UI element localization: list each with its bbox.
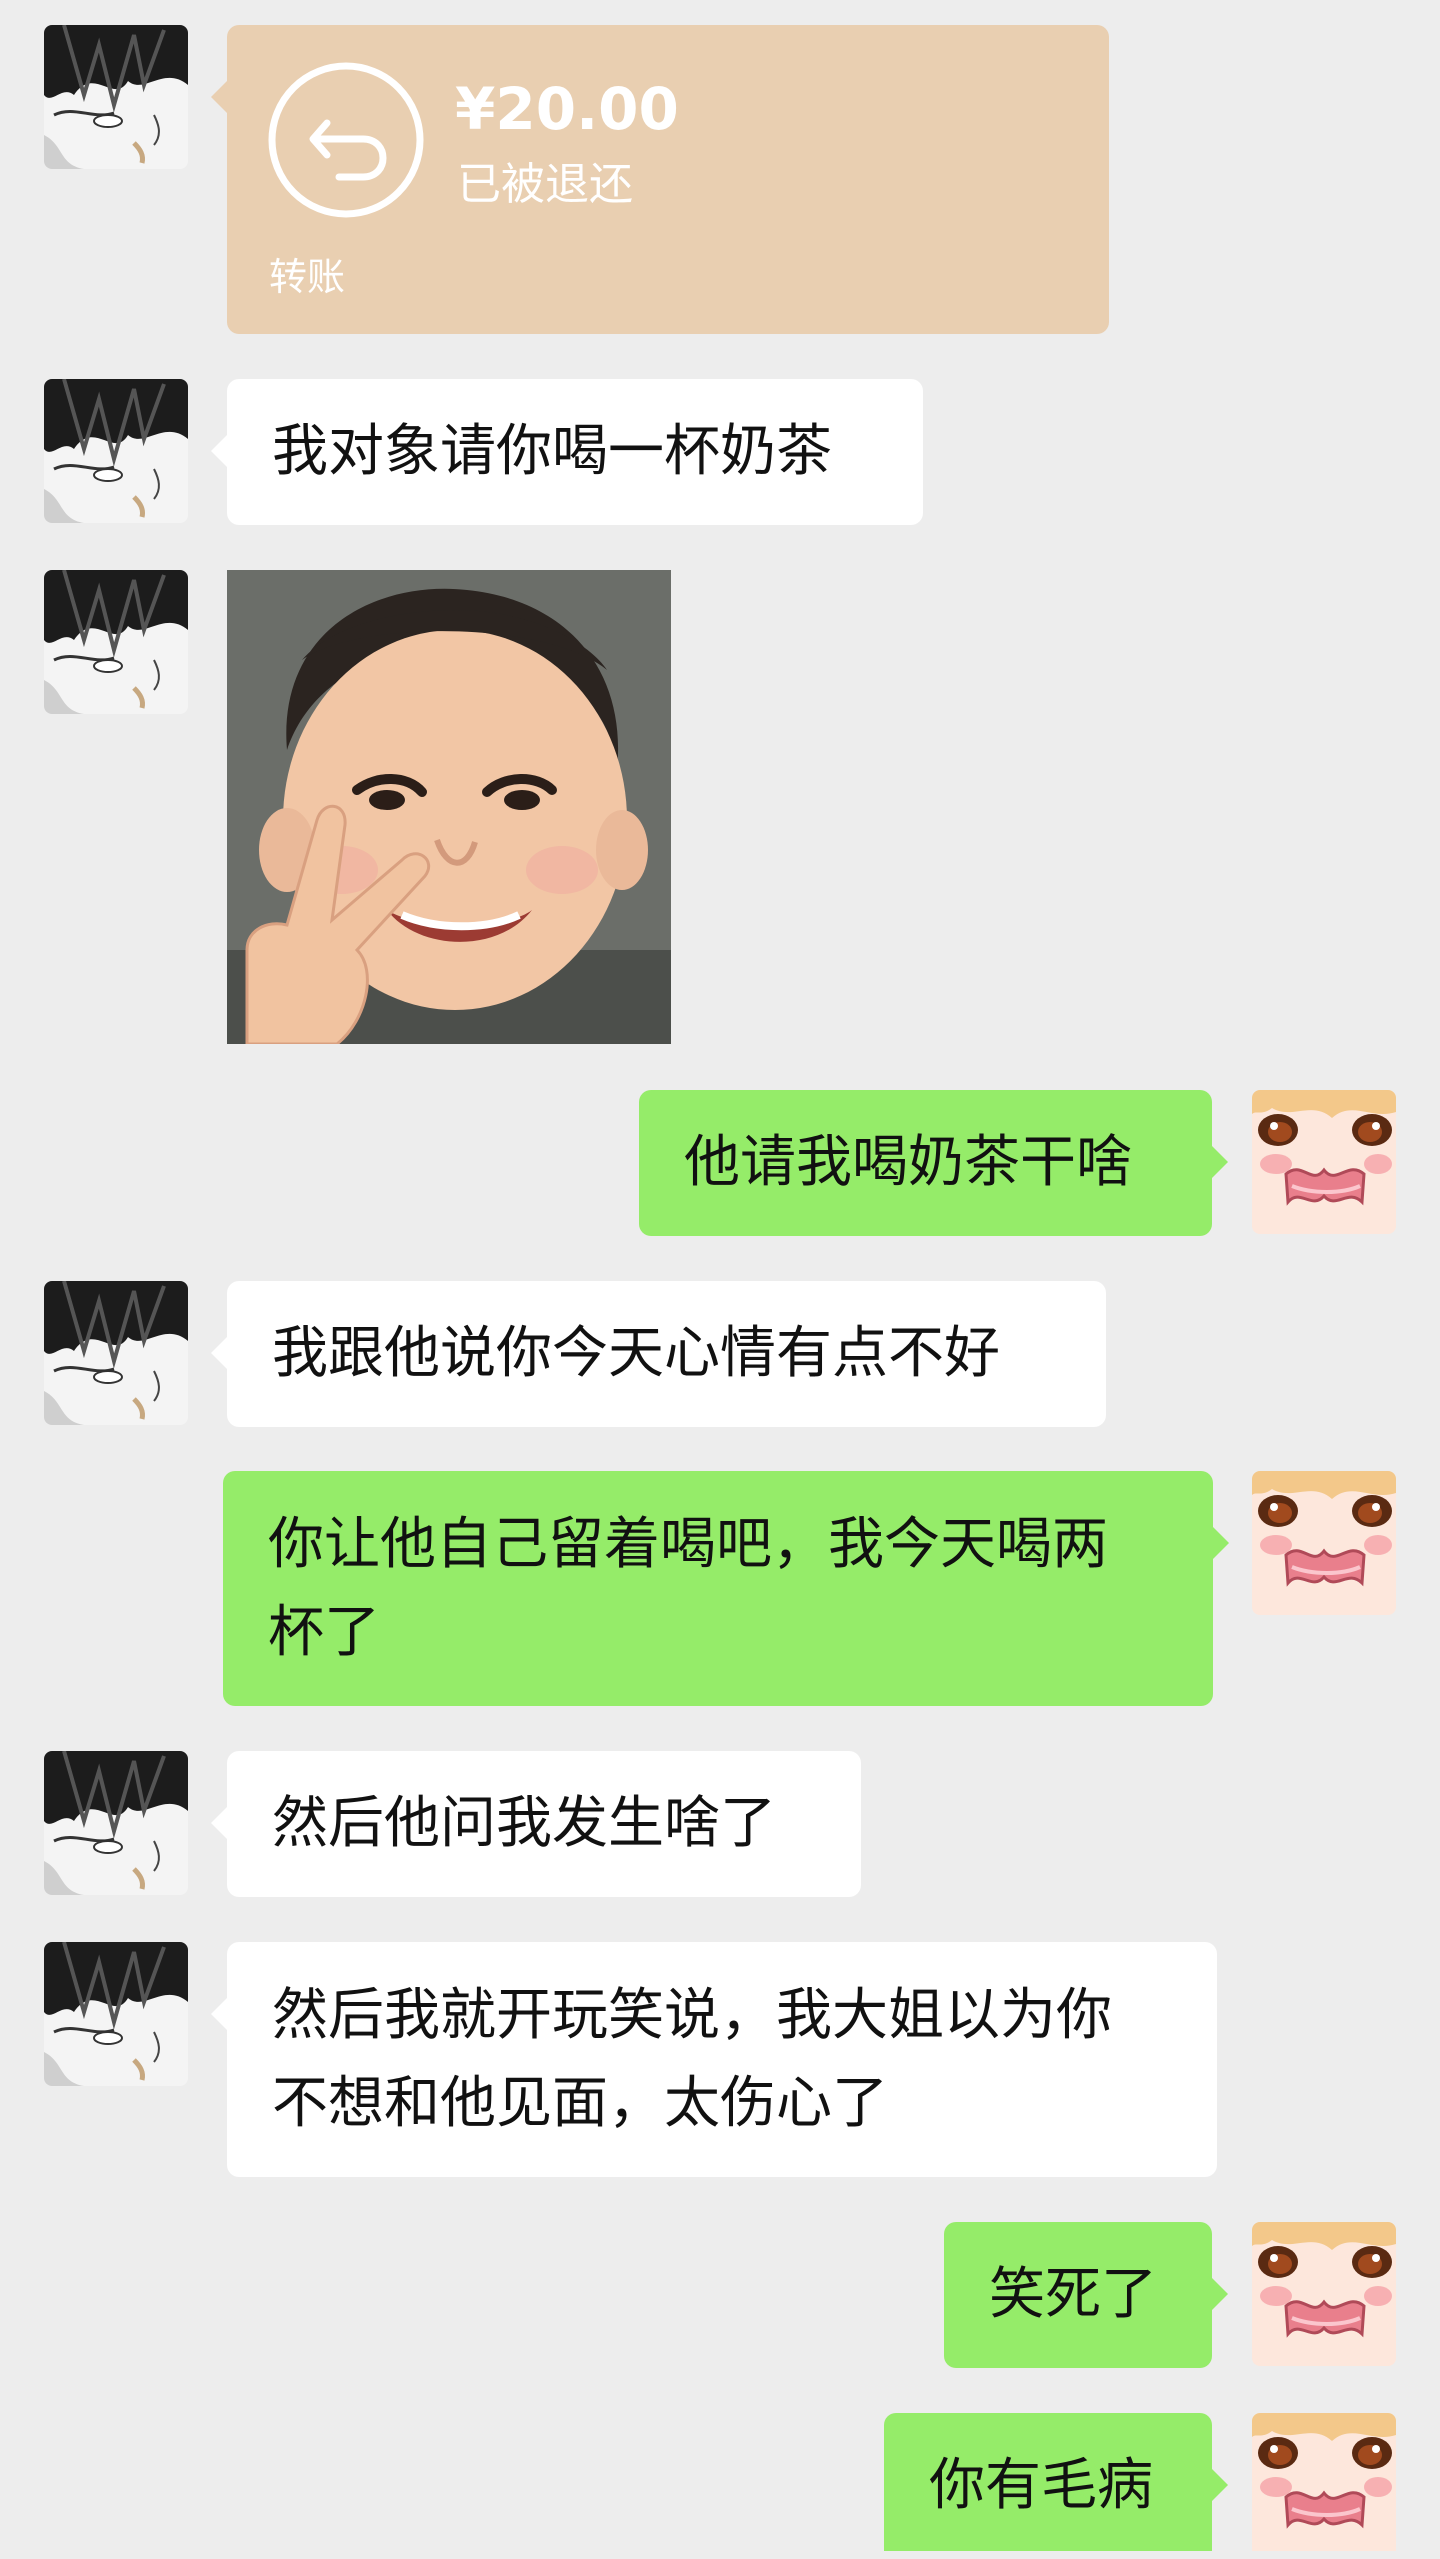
message-bubble-incoming[interactable]: 然后他问我发生啥了 xyxy=(211,1751,861,1897)
avatar-image xyxy=(44,1751,188,1895)
contact-avatar[interactable] xyxy=(44,25,188,169)
return-arrow-icon xyxy=(268,62,424,218)
my-avatar[interactable] xyxy=(1252,2222,1396,2366)
message-text: 你有毛病 xyxy=(929,2453,1153,2518)
transfer-amount: ¥20.00 xyxy=(455,75,679,143)
smiling-child-peace-sign-sticker xyxy=(227,570,671,1044)
message-bubble-incoming[interactable]: 然后我就开玩笑说，我大姐以为你 不想和他见面，太伤心了 xyxy=(211,1942,1217,2177)
avatar-image xyxy=(44,379,188,523)
message-text: 他请我喝奶茶干啥 xyxy=(684,1130,1132,1195)
avatar-image xyxy=(44,570,188,714)
contact-avatar[interactable] xyxy=(44,1281,188,1425)
message-text: 我跟他说你今天心情有点不好 xyxy=(272,1321,1000,1386)
message-bubble-outgoing[interactable]: 笑死了 xyxy=(944,2222,1228,2368)
my-avatar[interactable] xyxy=(1252,1090,1396,1234)
contact-avatar[interactable] xyxy=(44,570,188,714)
message-text-line: 然后我就开玩笑说，我大姐以为你 xyxy=(272,1983,1112,2048)
contact-avatar[interactable] xyxy=(44,1942,188,2086)
avatar-image xyxy=(1252,1471,1396,1615)
message-text: 然后他问我发生啥了 xyxy=(272,1791,776,1856)
avatar-image xyxy=(44,1942,188,2086)
message-bubble-outgoing[interactable]: 他请我喝奶茶干啥 xyxy=(639,1090,1228,1236)
transfer-status: 已被退还 xyxy=(457,159,633,210)
message-text-line: 不想和他见面，太伤心了 xyxy=(272,2071,888,2136)
message-text-line: 杯了 xyxy=(268,1600,380,1665)
message-text-line: 你让他自己留着喝吧，我今天喝两 xyxy=(268,1512,1108,1577)
transfer-card[interactable]: ¥20.00 已被退还 转账 xyxy=(211,25,1109,334)
message-text: 笑死了 xyxy=(989,2262,1157,2327)
contact-avatar[interactable] xyxy=(44,379,188,523)
avatar-image xyxy=(1252,1090,1396,1234)
message-bubble-incoming[interactable]: 我对象请你喝一杯奶茶 xyxy=(211,379,923,525)
sticker-image[interactable] xyxy=(227,570,671,1044)
message-bubble-outgoing[interactable]: 你让他自己留着喝吧，我今天喝两 杯了 xyxy=(223,1471,1229,1706)
avatar-image xyxy=(44,25,188,169)
avatar-image xyxy=(44,1281,188,1425)
message-bubble-incoming[interactable]: 我跟他说你今天心情有点不好 xyxy=(211,1281,1106,1427)
avatar-image xyxy=(1252,2222,1396,2366)
message-bubble-outgoing[interactable]: 你有毛病 xyxy=(884,2413,1228,2551)
my-avatar[interactable] xyxy=(1252,2413,1396,2551)
my-avatar[interactable] xyxy=(1252,1471,1396,1615)
message-text: 我对象请你喝一杯奶茶 xyxy=(272,419,832,484)
transfer-label: 转账 xyxy=(269,255,346,299)
contact-avatar[interactable] xyxy=(44,1751,188,1895)
avatar-image xyxy=(1252,2413,1396,2551)
